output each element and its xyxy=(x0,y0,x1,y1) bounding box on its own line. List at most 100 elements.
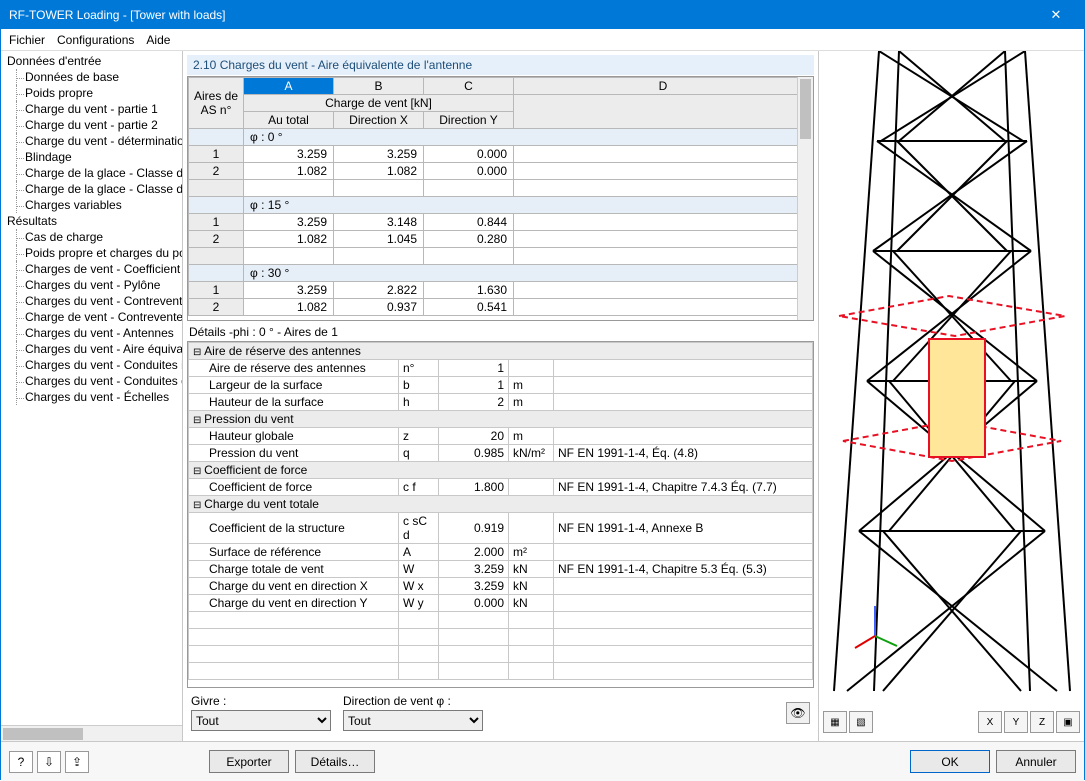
tree-results-item[interactable]: Charges du vent - Conduites in xyxy=(7,357,180,373)
main-table[interactable]: Aires de AS n° A B C D Charge de vent [k… xyxy=(187,76,814,321)
col-C-letter[interactable]: C xyxy=(424,78,514,95)
tree-results-item[interactable]: Poids propre et charges du poid xyxy=(7,245,180,261)
tree-results-item[interactable]: Charges du vent - Aire équivale xyxy=(7,341,180,357)
view-btn-1[interactable]: ▦ xyxy=(823,711,847,733)
cell[interactable]: 2.822 xyxy=(334,282,424,299)
tree-results-item[interactable]: Cas de charge xyxy=(7,229,180,245)
cell[interactable]: 0.541 xyxy=(424,299,514,316)
cell[interactable]: 1.082 xyxy=(244,163,334,180)
render-viewport[interactable]: ▦ ▧ X Y Z ▣ xyxy=(818,51,1084,741)
axis-x-button[interactable]: X xyxy=(978,711,1002,733)
iso-button[interactable]: ▣ xyxy=(1056,711,1080,733)
col-A[interactable]: Au total xyxy=(244,112,334,129)
col-D-letter[interactable]: D xyxy=(514,78,813,95)
section-header[interactable]: Aire de réserve des antennes xyxy=(189,343,813,360)
detail-value[interactable]: 3.259 xyxy=(439,561,509,578)
tree-results-item[interactable]: Charges du vent - Échelles xyxy=(7,389,180,405)
tree-scrollbar-horiz[interactable] xyxy=(1,725,182,741)
cancel-button[interactable]: Annuler xyxy=(996,750,1076,773)
tree-input-item[interactable]: Charge du vent - détermination xyxy=(7,133,180,149)
col-B-letter[interactable]: B xyxy=(334,78,424,95)
detail-value[interactable]: 1 xyxy=(439,360,509,377)
tree-results-item[interactable]: Charges de vent - Coefficient d xyxy=(7,261,180,277)
detail-value[interactable]: 1.800 xyxy=(439,479,509,496)
tree-input-item[interactable]: Blindage xyxy=(7,149,180,165)
section-header[interactable]: Charge du vent totale xyxy=(189,496,813,513)
tree-input-item[interactable]: Charges variables xyxy=(7,197,180,213)
row-head[interactable]: 1 xyxy=(189,282,244,299)
tool-button-2[interactable]: ⇪ xyxy=(65,751,89,773)
dir-select[interactable]: Tout xyxy=(343,710,483,731)
cell[interactable]: 1.082 xyxy=(244,231,334,248)
givre-select[interactable]: Tout xyxy=(191,710,331,731)
nav-tree[interactable]: Données d'entrée Données de basePoids pr… xyxy=(1,51,183,741)
row-head[interactable]: 1 xyxy=(189,146,244,163)
detail-value[interactable]: 2 xyxy=(439,394,509,411)
tree-results-item[interactable]: Charges du vent - Antennes xyxy=(7,325,180,341)
cell[interactable]: 0.937 xyxy=(334,299,424,316)
cell[interactable]: 3.259 xyxy=(244,214,334,231)
row-head[interactable]: 2 xyxy=(189,231,244,248)
tree-input-item[interactable]: Charge du vent - partie 1 xyxy=(7,101,180,117)
col-as[interactable]: Aires de AS n° xyxy=(189,78,244,129)
cell[interactable]: 0.000 xyxy=(424,163,514,180)
eye-button[interactable]: 👁 xyxy=(786,702,810,724)
cell[interactable]: 1.045 xyxy=(334,231,424,248)
tree-input-item[interactable]: Charge de la glace - Classe de xyxy=(7,165,180,181)
detail-value[interactable]: 0.985 xyxy=(439,445,509,462)
tree-results-item[interactable]: Charge de vent - Contreventer xyxy=(7,309,180,325)
cell[interactable]: 0.000 xyxy=(424,146,514,163)
tree-input-item[interactable]: Données de base xyxy=(7,69,180,85)
close-icon[interactable]: ✕ xyxy=(1036,7,1076,23)
detail-value[interactable]: 0.000 xyxy=(439,595,509,612)
cell[interactable] xyxy=(514,231,813,248)
cell[interactable] xyxy=(514,214,813,231)
cell[interactable]: 3.148 xyxy=(334,214,424,231)
detail-value[interactable]: 0.919 xyxy=(439,513,509,544)
menu-help[interactable]: Aide xyxy=(146,33,170,47)
detail-value[interactable]: 20 xyxy=(439,428,509,445)
col-C[interactable]: Direction Y xyxy=(424,112,514,129)
menu-config[interactable]: Configurations xyxy=(57,33,134,47)
help-button[interactable]: ? xyxy=(9,751,33,773)
axis-z-button[interactable]: Z xyxy=(1030,711,1054,733)
tree-input-root[interactable]: Données d'entrée xyxy=(7,53,180,69)
tree-results-item[interactable]: Charges du vent - Contrevente xyxy=(7,293,180,309)
cell[interactable]: 1.082 xyxy=(244,299,334,316)
col-A-letter[interactable]: A xyxy=(244,78,334,95)
row-head[interactable]: 1 xyxy=(189,214,244,231)
cell[interactable]: 0.844 xyxy=(424,214,514,231)
row-head[interactable]: 2 xyxy=(189,299,244,316)
tree-input-item[interactable]: Charge du vent - partie 2 xyxy=(7,117,180,133)
details-button[interactable]: Détails… xyxy=(295,750,375,773)
tree-results-item[interactable]: Charges du vent - Pylône xyxy=(7,277,180,293)
cell[interactable] xyxy=(514,146,813,163)
export-button[interactable]: Exporter xyxy=(209,750,289,773)
cell[interactable]: 1.630 xyxy=(424,282,514,299)
cell[interactable] xyxy=(514,299,813,316)
cell[interactable]: 3.259 xyxy=(244,282,334,299)
menu-file[interactable]: Fichier xyxy=(9,33,45,47)
tool-button-1[interactable]: ⇩ xyxy=(37,751,61,773)
axis-y-button[interactable]: Y xyxy=(1004,711,1028,733)
cell[interactable]: 3.259 xyxy=(334,146,424,163)
ok-button[interactable]: OK xyxy=(910,750,990,773)
section-header[interactable]: Pression du vent xyxy=(189,411,813,428)
tree-results-root[interactable]: Résultats xyxy=(7,213,180,229)
cell[interactable] xyxy=(514,282,813,299)
cell[interactable]: 1.082 xyxy=(334,163,424,180)
col-B[interactable]: Direction X xyxy=(334,112,424,129)
row-head[interactable]: 2 xyxy=(189,163,244,180)
detail-value[interactable]: 1 xyxy=(439,377,509,394)
cell[interactable]: 0.280 xyxy=(424,231,514,248)
tree-input-item[interactable]: Poids propre xyxy=(7,85,180,101)
table-scrollbar-vert[interactable] xyxy=(797,77,813,320)
detail-value[interactable]: 2.000 xyxy=(439,544,509,561)
detail-value[interactable]: 3.259 xyxy=(439,578,509,595)
view-btn-2[interactable]: ▧ xyxy=(849,711,873,733)
details-table[interactable]: Aire de réserve des antennesAire de rése… xyxy=(187,341,814,688)
tree-results-item[interactable]: Charges du vent - Conduites de xyxy=(7,373,180,389)
cell[interactable] xyxy=(514,163,813,180)
cell[interactable]: 3.259 xyxy=(244,146,334,163)
section-header[interactable]: Coefficient de force xyxy=(189,462,813,479)
